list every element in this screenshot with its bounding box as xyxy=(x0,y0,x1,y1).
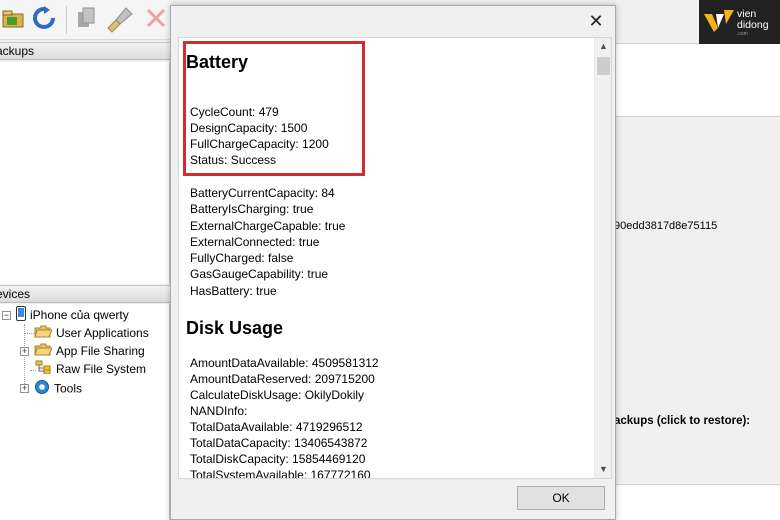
disk-usage-prop: AmountDataAvailable: 4509581312 xyxy=(190,356,379,370)
battery-prop: BatteryCurrentCapacity: 84 xyxy=(190,186,335,200)
disk-usage-prop: AmountDataReserved: 209715200 xyxy=(190,372,375,386)
disk-usage-prop: NANDInfo: xyxy=(190,404,248,418)
info-text-area[interactable]: Battery CycleCount: 479 DesignCapacity: … xyxy=(178,37,612,479)
devices-header-label: evices xyxy=(0,287,31,301)
device-id-text: 90edd3817d8e75115 xyxy=(614,220,718,232)
tree-item-user-applications[interactable]: User Applications xyxy=(34,324,149,342)
battery-prop: HasBattery: true xyxy=(190,284,277,298)
backups-list[interactable] xyxy=(0,62,170,284)
battery-prop: BatteryIsCharging: true xyxy=(190,202,314,216)
disk-usage-prop: TotalSystemAvailable: 167772160 xyxy=(190,468,371,479)
backups-panel-header: ackups xyxy=(0,42,170,60)
tree-item-device[interactable]: iPhone của qwerty xyxy=(16,306,129,324)
right-bottom-panel xyxy=(614,484,780,520)
file-tree-icon xyxy=(34,360,52,379)
battery-prop: ExternalChargeCapable: true xyxy=(190,219,346,233)
main-toolbar xyxy=(0,0,170,40)
right-info-area xyxy=(614,44,780,116)
tools-label: Tools xyxy=(54,381,83,396)
right-details-area xyxy=(614,116,780,484)
battery-prop: ExternalConnected: true xyxy=(190,235,320,249)
battery-prop: CycleCount: 479 xyxy=(190,105,279,119)
logo-line2: didong xyxy=(737,19,769,31)
battery-prop: FullChargeCapacity: 1200 xyxy=(190,137,329,151)
backups-header-label: ackups xyxy=(0,44,35,58)
logo-line3: .com xyxy=(737,31,748,37)
tree-item-app-file-sharing[interactable]: App File Sharing xyxy=(34,342,145,360)
devices-tree: − iPhone của qwerty User Applications + … xyxy=(0,304,170,520)
gear-icon xyxy=(34,379,50,400)
battery-prop: FullyCharged: false xyxy=(190,251,294,265)
disk-usage-prop: TotalDiskCapacity: 15854469120 xyxy=(190,452,366,466)
backups-restore-label: ackups (click to restore): xyxy=(614,415,751,427)
disk-usage-prop: CalculateDiskUsage: OkilyDokily xyxy=(190,388,365,402)
scroll-thumb[interactable] xyxy=(597,57,610,75)
open-folder-icon[interactable] xyxy=(2,6,28,32)
device-info-dialog: ✕ Battery CycleCount: 479 DesignCapacity… xyxy=(170,5,616,520)
folder-icon xyxy=(34,343,53,361)
tree-item-tools[interactable]: Tools xyxy=(34,379,82,397)
raw-file-system-label: Raw File System xyxy=(56,362,147,376)
user-applications-label: User Applications xyxy=(56,326,149,340)
iphone-icon xyxy=(16,306,26,326)
tools-expand-toggle[interactable]: + xyxy=(20,384,29,393)
battery-prop: DesignCapacity: 1500 xyxy=(190,121,308,135)
refresh-icon[interactable] xyxy=(32,6,58,32)
close-icon[interactable]: ✕ xyxy=(585,10,607,32)
toolbar-divider xyxy=(66,6,67,34)
disk-usage-prop: TotalDataAvailable: 4719296512 xyxy=(190,420,363,434)
app-file-sharing-label: App File Sharing xyxy=(56,344,145,358)
scroll-down-icon[interactable]: ▼ xyxy=(595,461,611,478)
scroll-up-icon[interactable]: ▲ xyxy=(595,38,611,55)
disk-usage-section-title: Disk Usage xyxy=(186,318,284,338)
ok-button[interactable]: OK xyxy=(517,486,605,510)
device-collapse-toggle[interactable]: − xyxy=(2,311,11,320)
battery-section-title: Battery xyxy=(186,52,249,72)
delete-icon[interactable] xyxy=(144,6,170,32)
folder-icon xyxy=(34,325,53,343)
brush-icon[interactable] xyxy=(106,6,133,33)
battery-prop: GasGaugeCapability: true xyxy=(190,267,329,281)
tree-item-raw-file-system[interactable]: Raw File System xyxy=(34,360,146,378)
app-file-sharing-expand-toggle[interactable]: + xyxy=(20,347,29,356)
devices-panel-header: evices xyxy=(0,285,170,303)
vertical-scrollbar[interactable]: ▲ ▼ xyxy=(594,38,611,478)
viendidong-logo: vien didong .com xyxy=(699,0,780,44)
disk-usage-prop: TotalDataCapacity: 13406543872 xyxy=(190,436,368,450)
device-name-label: iPhone của qwerty xyxy=(30,308,129,323)
copy-icon[interactable] xyxy=(74,6,100,32)
logo-mark-icon xyxy=(704,10,734,35)
battery-prop: Status: Success xyxy=(190,153,277,167)
